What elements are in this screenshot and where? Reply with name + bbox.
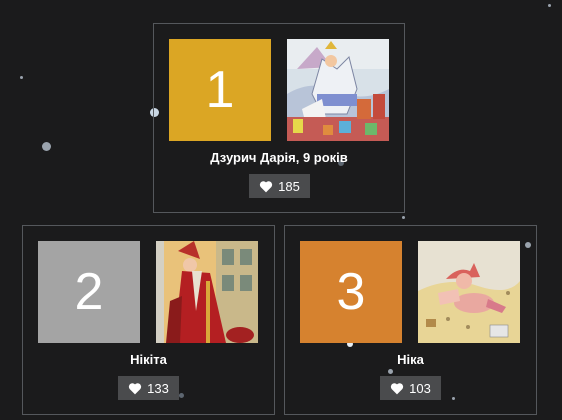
like-button-2[interactable]: 133 (118, 376, 179, 400)
winner-card-3: 3 Ніка 103 (284, 225, 537, 415)
artwork-image-1[interactable] (287, 39, 389, 141)
artwork-image-3[interactable] (418, 241, 520, 343)
snow-dot (42, 142, 51, 151)
like-count-1: 185 (278, 178, 300, 194)
snow-dot (548, 4, 551, 7)
heart-icon (129, 382, 142, 394)
winner-card-1: 1 Дзурич Дарія, 9 років 185 (153, 23, 405, 213)
artwork-image-2[interactable] (156, 241, 258, 343)
rank-badge-1: 1 (169, 39, 271, 141)
like-button-3[interactable]: 103 (380, 376, 441, 400)
heart-icon (260, 180, 273, 192)
heart-icon (391, 382, 404, 394)
snow-dot (20, 76, 23, 79)
rank-badge-3: 3 (300, 241, 402, 343)
rank-badge-2: 2 (38, 241, 140, 343)
sleeping-child-painting-icon (418, 241, 520, 343)
participant-name-2: Нікіта (130, 352, 167, 367)
knight-painting-icon (287, 39, 389, 141)
red-saint-painting-icon (156, 241, 258, 343)
participant-name-1: Дзурич Дарія, 9 років (210, 150, 348, 165)
winner-card-2: 2 Нікіта 133 (22, 225, 275, 415)
snow-dot (402, 216, 405, 219)
like-count-3: 103 (409, 380, 431, 396)
participant-name-3: Ніка (397, 352, 424, 367)
like-button-1[interactable]: 185 (249, 174, 310, 198)
like-count-2: 133 (147, 380, 169, 396)
